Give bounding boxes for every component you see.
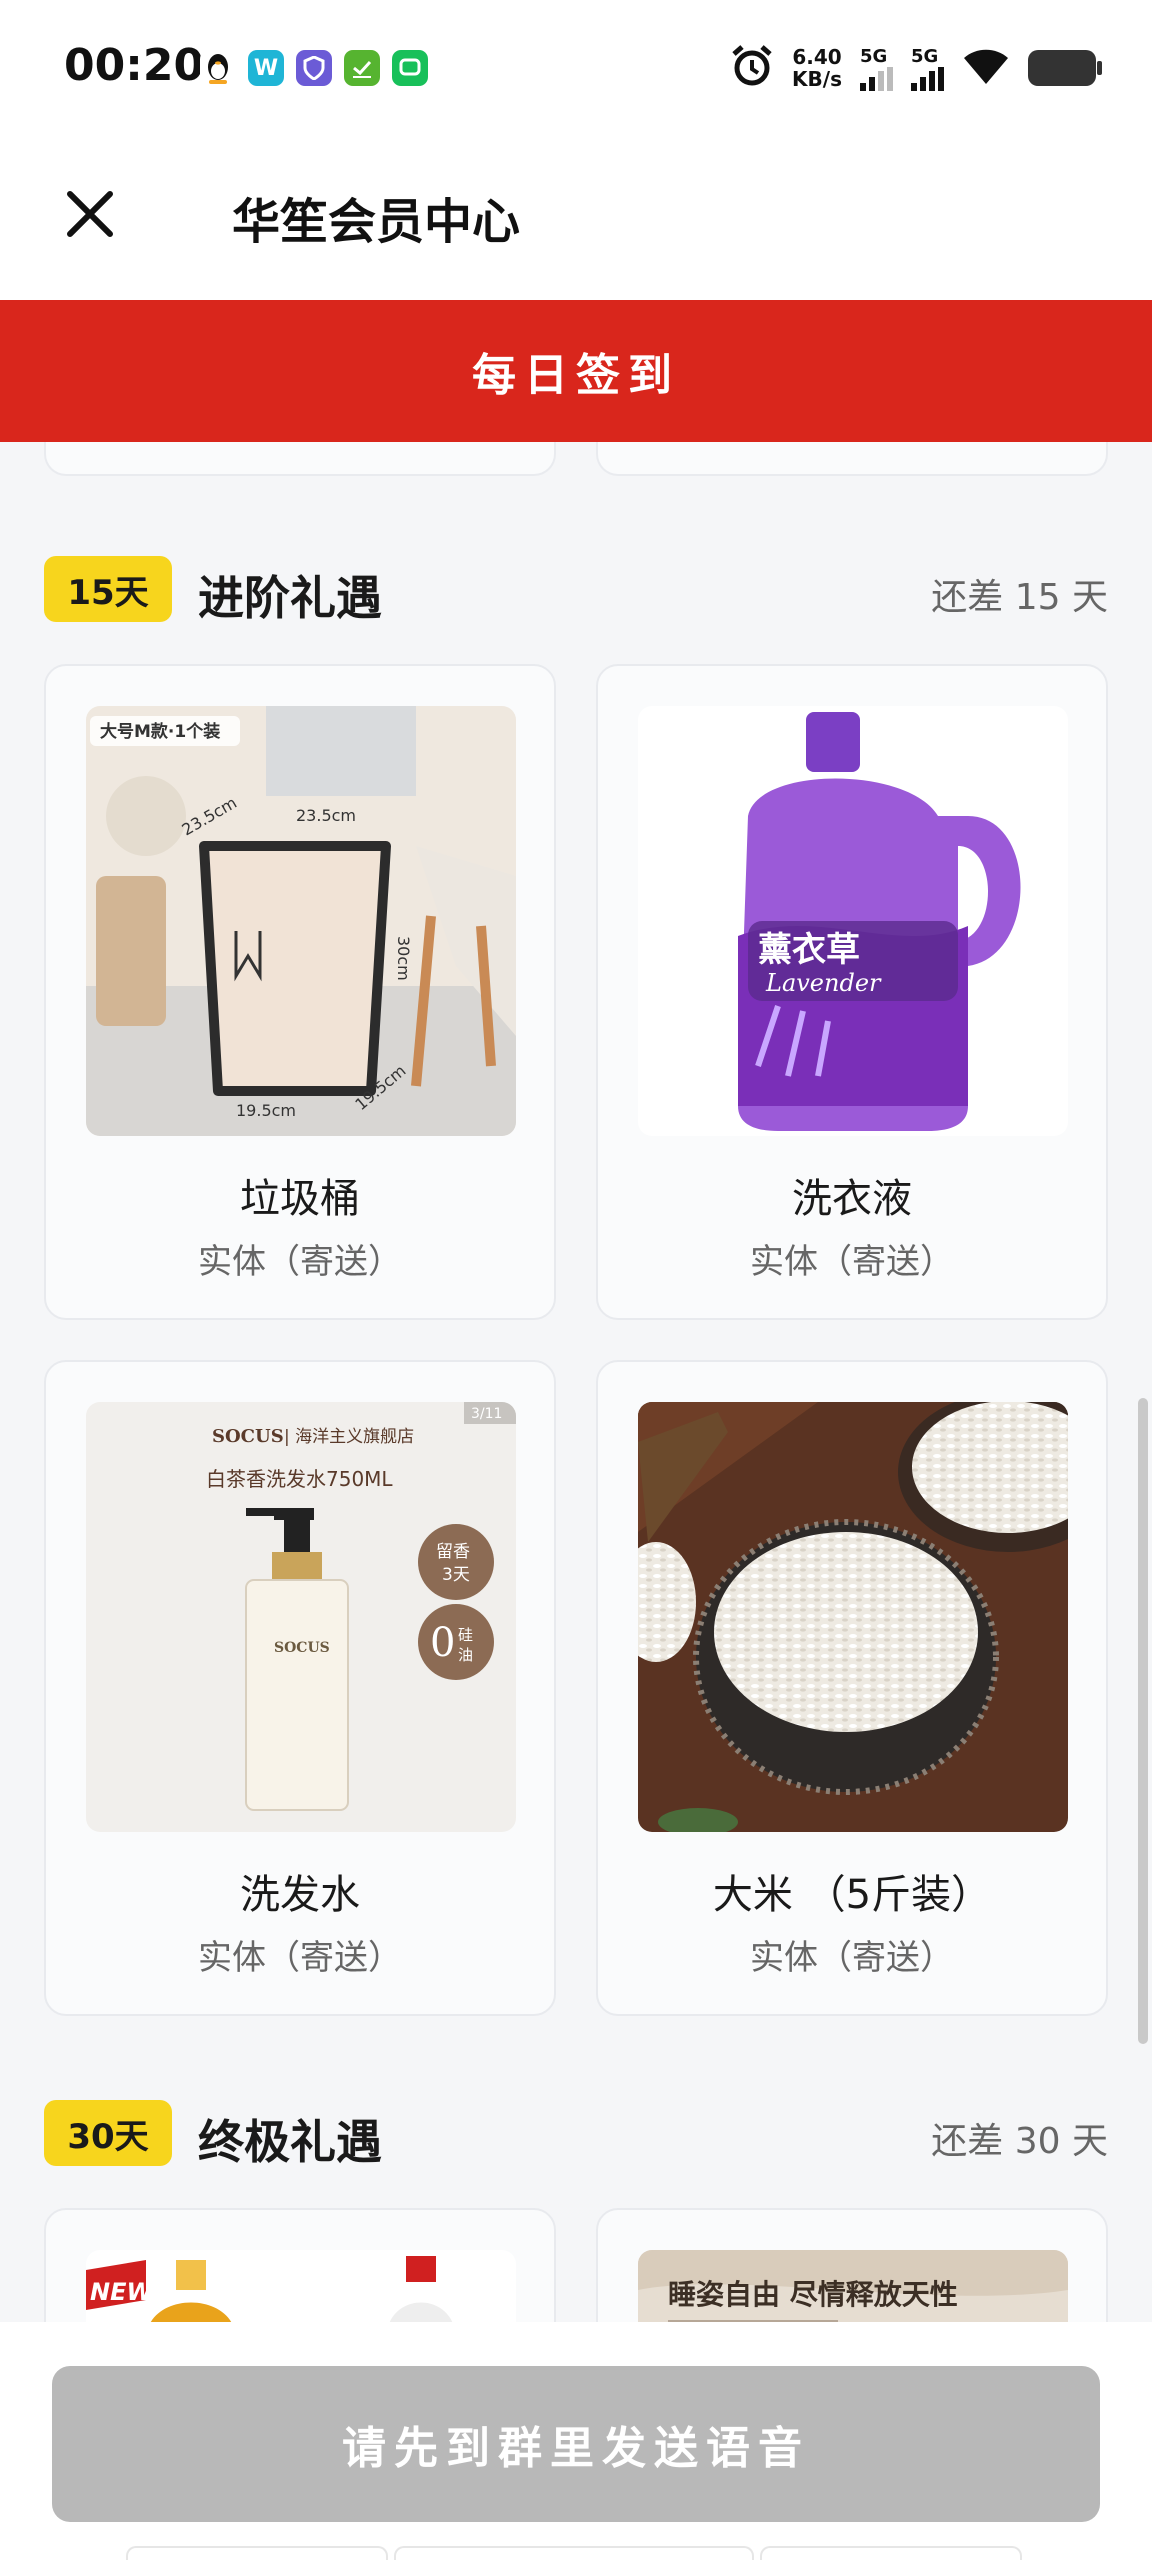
reward-name: 洗发水	[240, 1872, 360, 1918]
notification-icons: W	[200, 50, 428, 86]
sim1-label: 5G	[860, 45, 888, 67]
bottom-action-area: 请先到群里发送语音	[0, 2322, 1152, 2560]
reward-name: 洗衣液	[792, 1176, 912, 1222]
svg-text:大号M款·1个装: 大号M款·1个装	[100, 721, 220, 742]
reward-name: 大米 （5斤装）	[712, 1872, 992, 1918]
section-title: 终极礼遇	[198, 2115, 382, 2169]
reward-card[interactable]: 薰衣草 Lavender 洗衣液 实体（寄送）	[596, 664, 1108, 1320]
reward-type: 实体（寄送）	[198, 1938, 402, 1978]
day-badge: 15天	[44, 556, 172, 622]
reward-card[interactable]: NEW	[44, 2208, 556, 2322]
close-button[interactable]	[52, 176, 128, 252]
svg-text:0: 0	[430, 1620, 455, 1666]
svg-text:NEW: NEW	[90, 2278, 154, 2306]
svg-text:留香: 留香	[436, 1542, 470, 1562]
alarm-icon	[730, 44, 774, 92]
sim2-label: 5G	[911, 45, 939, 67]
task-app-icon	[344, 50, 380, 86]
day-badge: 30天	[44, 2100, 172, 2166]
reward-card[interactable]: 3/11 SOCUS | 海洋主义旗舰店 白茶香洗发水750ML SOCUS 留…	[44, 1360, 556, 2016]
app-header: 华笙会员中心	[0, 140, 1152, 300]
status-bar: 00:20 W 6.40 KB/s 5G 5G	[0, 0, 1152, 140]
product-image-shampoo: 3/11 SOCUS | 海洋主义旗舰店 白茶香洗发水750ML SOCUS 留…	[86, 1402, 516, 1832]
rewards-list[interactable]: 15天 进阶礼遇 还差 15 天 大号M款·1个装 23.5cm 23.5cm …	[0, 442, 1152, 2322]
svg-text:19.5cm: 19.5cm	[236, 1101, 296, 1120]
battery-icon	[1028, 50, 1102, 86]
signal-sim2: 5G	[911, 46, 944, 91]
product-image-cooking-oil: NEW	[86, 2250, 516, 2322]
previous-card-bottom	[44, 442, 556, 476]
close-icon	[67, 191, 113, 237]
reward-type: 实体（寄送）	[750, 1938, 954, 1978]
svg-text:油: 油	[458, 1646, 473, 1664]
reward-type: 实体（寄送）	[750, 1242, 954, 1282]
status-time: 00:20	[64, 40, 205, 91]
section-title: 进阶礼遇	[198, 571, 382, 625]
svg-text:睡姿自由 尽情释放天性: 睡姿自由 尽情释放天性	[668, 2278, 958, 2311]
send-voice-first-button[interactable]: 请先到群里发送语音	[52, 2366, 1100, 2522]
product-image-rice	[638, 1402, 1068, 1832]
qq-icon	[200, 50, 236, 86]
svg-text:白茶香洗发水750ML: 白茶香洗发水750ML	[206, 1467, 393, 1491]
svg-text:3天: 3天	[442, 1565, 470, 1585]
remaining-days: 还差 15 天	[931, 577, 1108, 618]
net-speed-unit: KB/s	[792, 67, 842, 91]
page-title: 华笙会员中心	[232, 194, 521, 250]
svg-text:SOCUS: SOCUS	[212, 1426, 284, 1447]
svg-text:23.5cm: 23.5cm	[296, 806, 356, 825]
svg-text:3/11: 3/11	[471, 1406, 502, 1422]
signal-bars-icon	[911, 66, 944, 91]
svg-text:30cm: 30cm	[394, 936, 413, 981]
svg-text:Lavender: Lavender	[765, 969, 882, 997]
reward-type: 实体（寄送）	[198, 1242, 402, 1282]
product-image-bedding: 睡姿自由 尽情释放天性	[638, 2250, 1068, 2322]
signal-bars-icon	[860, 66, 893, 91]
wifi-icon	[962, 46, 1010, 90]
net-speed: 6.40 KB/s	[792, 46, 842, 90]
section-header-ultimate: 30天 终极礼遇 还差 30 天	[44, 2100, 1108, 2169]
message-app-icon	[392, 50, 428, 86]
system-status: 6.40 KB/s 5G 5G	[730, 44, 1102, 92]
scrollbar[interactable]	[1138, 1398, 1148, 2044]
reward-card[interactable]: 大米 （5斤装） 实体（寄送）	[596, 1360, 1108, 2016]
remaining-days: 还差 30 天	[931, 2121, 1108, 2162]
product-image-trash-bin: 大号M款·1个装 23.5cm 23.5cm 30cm 19.5cm 19.5c…	[86, 706, 516, 1136]
shield-app-icon	[296, 50, 332, 86]
svg-text:硅: 硅	[458, 1626, 473, 1644]
svg-text:薰衣草: 薰衣草	[758, 930, 860, 970]
section-header-advanced: 15天 进阶礼遇 还差 15 天	[44, 556, 1108, 625]
net-speed-value: 6.40	[792, 45, 842, 69]
reward-card[interactable]: 大号M款·1个装 23.5cm 23.5cm 30cm 19.5cm 19.5c…	[44, 664, 556, 1320]
svg-text:SOCUS: SOCUS	[274, 1640, 330, 1656]
previous-card-bottom	[596, 442, 1108, 476]
wecom-icon: W	[248, 50, 284, 86]
signal-sim1: 5G	[860, 46, 893, 91]
reward-card[interactable]: 睡姿自由 尽情释放天性	[596, 2208, 1108, 2322]
product-image-laundry-detergent: 薰衣草 Lavender	[638, 706, 1068, 1136]
reward-name: 垃圾桶	[240, 1176, 360, 1222]
daily-checkin-button[interactable]: 每日签到	[0, 300, 1152, 442]
bottom-tab-hints	[126, 2546, 1022, 2560]
svg-text:| 海洋主义旗舰店: | 海洋主义旗舰店	[284, 1427, 414, 1447]
